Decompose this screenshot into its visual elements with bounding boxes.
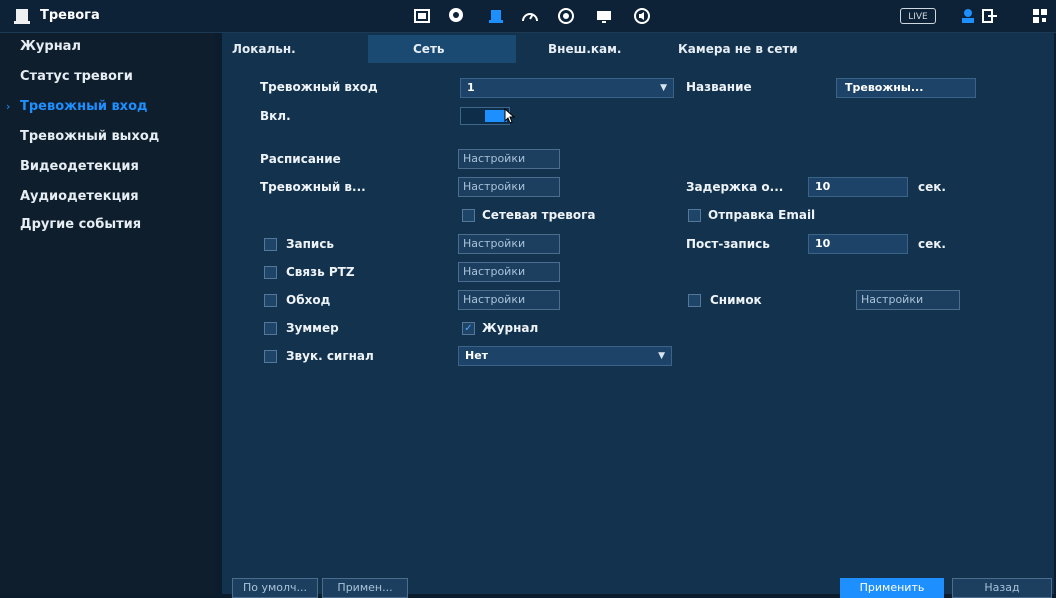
alarm-bell-active-icon[interactable] <box>486 6 506 26</box>
head-icon[interactable] <box>446 6 466 26</box>
logout-icon[interactable] <box>980 6 1000 26</box>
sound-value: Нет <box>465 349 489 362</box>
post-record-label: Пост-запись <box>686 237 770 251</box>
email-label: Отправка Email <box>708 208 816 222</box>
default-button[interactable]: По умолч... <box>232 578 318 598</box>
record-settings-button[interactable]: Настройки <box>458 234 560 254</box>
alarm-output-label: Тревожный в... <box>260 180 366 194</box>
sidebar-item-alarm-status[interactable]: Статус тревоги <box>20 65 215 89</box>
sidebar-item-alarm-input[interactable]: Тревожный вход <box>20 95 215 119</box>
page-title: Тревога <box>40 8 100 23</box>
sidebar-item-log[interactable]: Журнал <box>20 35 215 59</box>
mouse-cursor-icon <box>504 108 516 124</box>
enable-label: Вкл. <box>260 109 291 123</box>
buzzer-checkbox[interactable] <box>264 322 277 335</box>
dropdown-arrow-icon: ▼ <box>658 351 665 361</box>
tab-local[interactable]: Локальн. <box>222 35 368 63</box>
ptz-settings-button[interactable]: Настройки <box>458 262 560 282</box>
record-label: Запись <box>286 237 335 251</box>
sound-label: Звук. сигнал <box>286 349 374 363</box>
ptz-checkbox[interactable] <box>264 266 277 279</box>
post-record-field[interactable]: 10 <box>808 234 908 254</box>
log-label: Журнал <box>482 321 539 335</box>
display-icon[interactable] <box>412 6 432 26</box>
delay-label: Задержка о... <box>686 180 784 194</box>
tour-settings-button[interactable]: Настройки <box>458 290 560 310</box>
back-button[interactable]: Назад <box>952 578 1052 598</box>
schedule-settings-button[interactable]: Настройки <box>458 149 560 169</box>
delay-field[interactable]: 10 <box>808 177 908 197</box>
alarm-input-value: 1 <box>467 81 475 94</box>
chevron-right-icon: › <box>6 100 11 113</box>
net-alarm-label: Сетевая тревога <box>482 208 596 222</box>
sidebar-item-alarm-output[interactable]: Тревожный выход <box>20 125 215 149</box>
snapshot-settings-button[interactable]: Настройки <box>856 290 960 310</box>
live-button[interactable]: LIVE <box>900 8 936 24</box>
sidebar-item-video-detection[interactable]: Видеодетекция <box>20 155 215 179</box>
alarm-input-select[interactable]: 1 ▼ <box>460 78 674 98</box>
alarm-output-settings-button[interactable]: Настройки <box>458 177 560 197</box>
delay-unit: сек. <box>918 180 946 194</box>
tour-label: Обход <box>286 293 331 307</box>
buzzer-label: Зуммер <box>286 321 339 335</box>
sidebar-item-audio-detection[interactable]: Аудиодетекция <box>20 185 215 209</box>
log-checkbox[interactable]: ✓ <box>462 322 475 335</box>
top-bar: Тревога LIVE <box>0 0 1056 33</box>
record-checkbox[interactable] <box>264 238 277 251</box>
tab-network[interactable]: Сеть <box>368 35 516 63</box>
email-checkbox[interactable] <box>688 209 701 222</box>
net-alarm-checkbox[interactable] <box>462 209 475 222</box>
audio-icon[interactable] <box>632 6 652 26</box>
apply-button[interactable]: Применить <box>840 578 944 598</box>
sidebar-item-other-events[interactable]: Другие события <box>20 213 215 237</box>
tab-external-camera[interactable]: Внеш.кам. <box>516 35 662 63</box>
snapshot-checkbox[interactable] <box>688 294 701 307</box>
dropdown-arrow-icon: ▼ <box>660 83 667 93</box>
ptz-label: Связь PTZ <box>286 265 355 279</box>
sidebar: Журнал Статус тревоги › Тревожный вход Т… <box>0 33 215 594</box>
enable-toggle[interactable] <box>460 107 510 125</box>
apply-short-button[interactable]: Примен... <box>322 578 408 598</box>
name-field[interactable]: Тревожны... <box>836 78 976 98</box>
sound-checkbox[interactable] <box>264 350 277 363</box>
post-record-unit: сек. <box>918 237 946 251</box>
qr-icon[interactable] <box>1030 6 1050 26</box>
sound-select[interactable]: Нет ▼ <box>458 346 672 366</box>
snapshot-label: Снимок <box>710 293 762 307</box>
alarm-input-label: Тревожный вход <box>260 80 378 94</box>
disc-icon[interactable] <box>556 6 576 26</box>
monitor-icon[interactable] <box>594 6 614 26</box>
speedometer-icon[interactable] <box>520 6 540 26</box>
schedule-label: Расписание <box>260 152 341 166</box>
tab-camera-offline[interactable]: Камера не в сети <box>670 35 816 63</box>
tour-checkbox[interactable] <box>264 294 277 307</box>
user-icon[interactable] <box>958 6 978 26</box>
name-label: Название <box>686 80 752 94</box>
alarm-bell-icon <box>14 9 30 24</box>
content-panel <box>222 33 1054 594</box>
